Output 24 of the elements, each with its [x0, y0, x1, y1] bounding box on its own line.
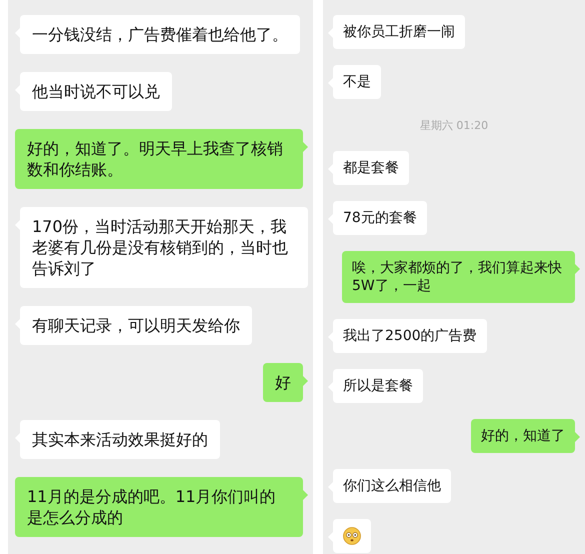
received-message-bubble: 其实本来活动效果挺好的: [20, 420, 220, 459]
received-message-bubble: 所以是套餐: [333, 369, 423, 403]
bubble-tail: [303, 376, 308, 386]
received-message-bubble: 78元的套餐: [333, 201, 427, 235]
sent-message-bubble: 好的，知道了。明天早上我查了核销数和你结账。: [15, 129, 303, 189]
received-message-bubble: 170份，当时活动那天开始那天，我老婆有几份是没有核销到的，当时也告诉刘了: [20, 207, 308, 288]
bubble-tail: [575, 264, 580, 274]
emoji-icon: [343, 527, 361, 545]
sent-message-bubble: 好的，知道了: [471, 419, 575, 453]
sent-message-bubble: 好: [263, 363, 303, 402]
sent-message-bubble: 唉，大家都烦的了，我们算起来快5W了，一起: [342, 251, 575, 303]
sent-message-bubble: 11月的是分成的吧。11月你们叫的是怎么分成的: [15, 477, 303, 537]
received-message-bubble: 都是套餐: [333, 151, 409, 185]
received-message-bubble: 你们这么相信他: [333, 469, 451, 503]
bubble-tail: [303, 490, 308, 500]
received-message-bubble: 不是: [333, 65, 381, 99]
bubble-tail: [303, 142, 308, 152]
received-message-bubble: 他当时说不可以兑: [20, 72, 172, 111]
bubble-tail: [575, 432, 580, 442]
received-message-bubble: 被你员工折磨一闹: [333, 15, 465, 49]
received-message-bubble: 我出了2500的广告费: [333, 319, 487, 353]
timestamp: 星期六 01:20: [420, 118, 488, 132]
received-message-bubble: 有聊天记录，可以明天发给你: [20, 306, 252, 345]
received-message-bubble: 一分钱没结，广告费催着也给他了。: [20, 15, 300, 54]
